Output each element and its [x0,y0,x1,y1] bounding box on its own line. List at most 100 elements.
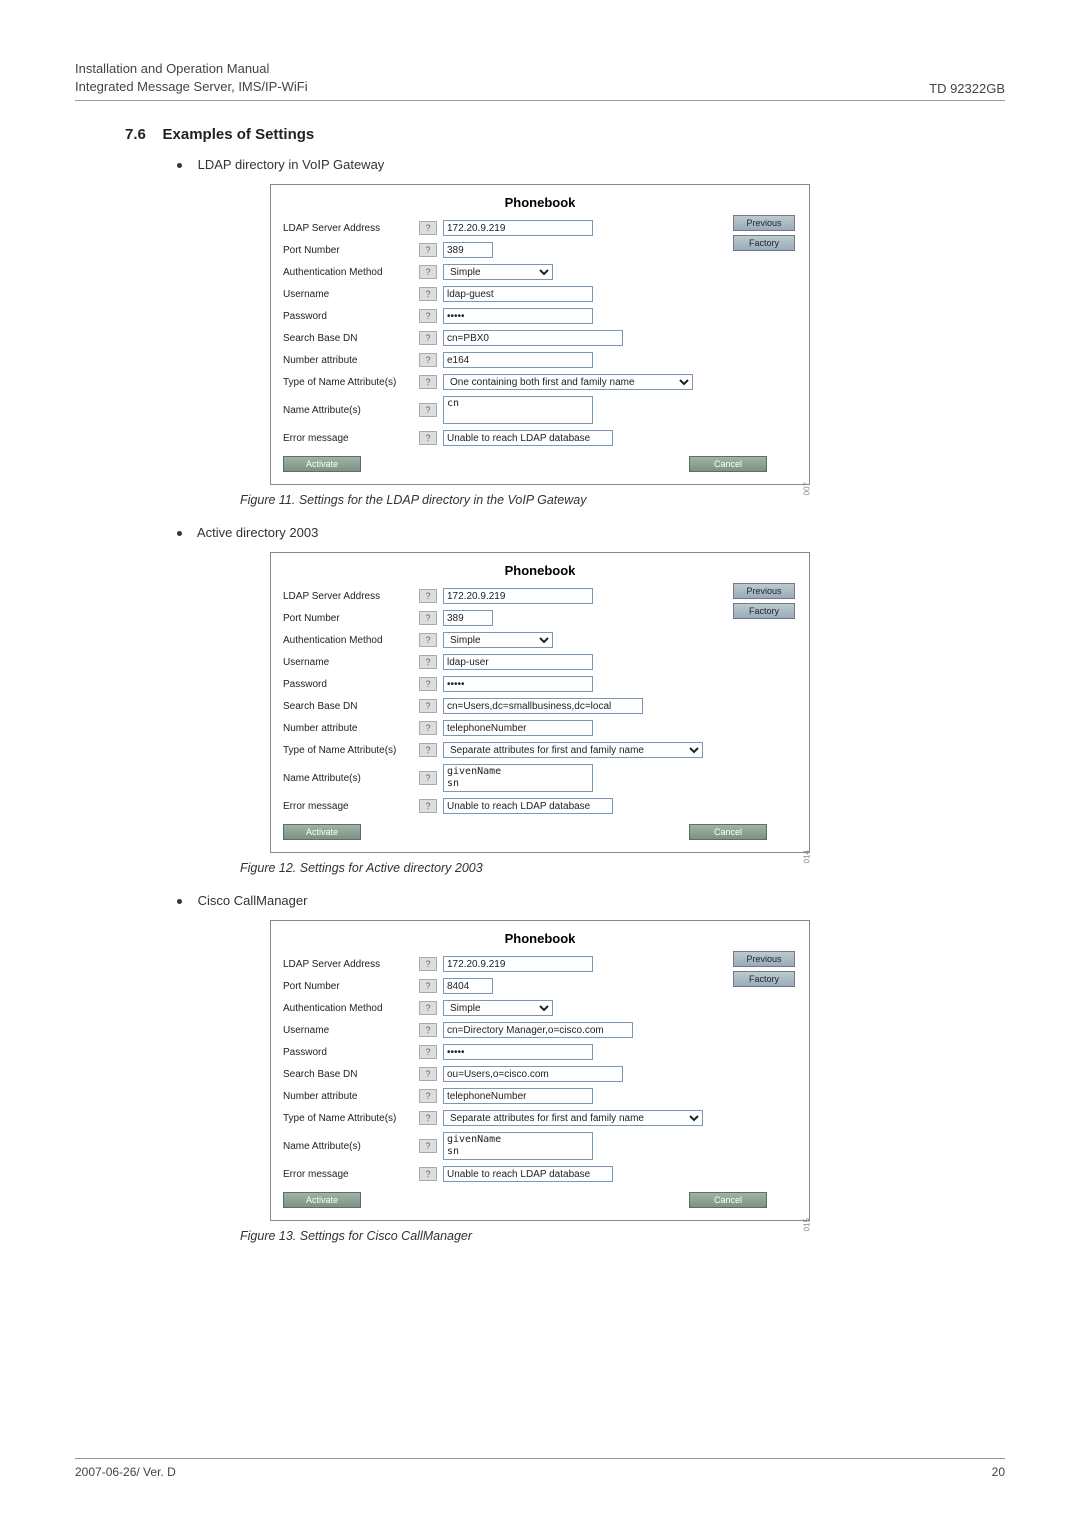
activate-button[interactable]: Activate [283,456,361,472]
password-input[interactable] [443,676,593,692]
section-title-text: Examples of Settings [163,126,315,143]
port-label: Port Number [283,981,413,992]
port-label: Port Number [283,245,413,256]
bullet-dot-icon [177,899,182,904]
search-base-input[interactable] [443,330,623,346]
number-attr-label: Number attribute [283,355,413,366]
bullet-2-text: Active directory 2003 [197,525,318,540]
port-input[interactable] [443,978,493,994]
auth-label: Authentication Method [283,635,413,646]
ldap-server-input[interactable] [443,220,593,236]
help-icon[interactable]: ? [419,743,437,757]
help-icon[interactable]: ? [419,1045,437,1059]
type-name-attr-select[interactable]: Separate attributes for first and family… [443,742,703,758]
auth-select[interactable]: Simple [443,1000,553,1016]
name-attr-input[interactable]: givenName sn [443,1132,593,1160]
help-icon[interactable]: ? [419,403,437,417]
password-input[interactable] [443,308,593,324]
help-icon[interactable]: ? [419,1139,437,1153]
ldap-server-input[interactable] [443,956,593,972]
error-msg-field [443,430,613,446]
help-icon[interactable]: ? [419,1089,437,1103]
help-icon[interactable]: ? [419,431,437,445]
help-icon[interactable]: ? [419,771,437,785]
image-code: 015 [802,1218,811,1231]
help-icon[interactable]: ? [419,677,437,691]
search-base-label: Search Base DN [283,333,413,344]
number-attr-input[interactable] [443,720,593,736]
port-label: Port Number [283,613,413,624]
activate-button[interactable]: Activate [283,1192,361,1208]
help-icon[interactable]: ? [419,1111,437,1125]
type-name-attr-label: Type of Name Attribute(s) [283,1113,413,1124]
activate-button[interactable]: Activate [283,824,361,840]
help-icon[interactable]: ? [419,589,437,603]
help-icon[interactable]: ? [419,1001,437,1015]
previous-button[interactable]: Previous [733,215,795,231]
help-icon[interactable]: ? [419,699,437,713]
username-input[interactable] [443,654,593,670]
help-icon[interactable]: ? [419,287,437,301]
help-icon[interactable]: ? [419,655,437,669]
ldap-server-input[interactable] [443,588,593,604]
header-line2: Integrated Message Server, IMS/IP-WiFi [75,78,308,96]
bullet-3: Cisco CallManager [177,893,1005,908]
type-name-attr-select[interactable]: Separate attributes for first and family… [443,1110,703,1126]
bullet-1-text: LDAP directory in VoIP Gateway [198,157,385,172]
ldap-server-label: LDAP Server Address [283,591,413,602]
ldap-server-label: LDAP Server Address [283,223,413,234]
factory-button[interactable]: Factory [733,603,795,619]
name-attr-input[interactable]: cn [443,396,593,424]
help-icon[interactable]: ? [419,243,437,257]
help-icon[interactable]: ? [419,353,437,367]
help-icon[interactable]: ? [419,1167,437,1181]
cancel-button[interactable]: Cancel [689,456,767,472]
number-attr-input[interactable] [443,1088,593,1104]
help-icon[interactable]: ? [419,799,437,813]
error-msg-label: Error message [283,801,413,812]
help-icon[interactable]: ? [419,375,437,389]
port-input[interactable] [443,242,493,258]
header-line1: Installation and Operation Manual [75,60,308,78]
help-icon[interactable]: ? [419,957,437,971]
search-base-input[interactable] [443,698,643,714]
footer-date-version: 2007-06-26/ Ver. D [75,1465,176,1479]
help-icon[interactable]: ? [419,721,437,735]
factory-button[interactable]: Factory [733,235,795,251]
cancel-button[interactable]: Cancel [689,1192,767,1208]
username-label: Username [283,1025,413,1036]
previous-button[interactable]: Previous [733,583,795,599]
help-icon[interactable]: ? [419,979,437,993]
factory-button[interactable]: Factory [733,971,795,987]
port-input[interactable] [443,610,493,626]
help-icon[interactable]: ? [419,611,437,625]
password-label: Password [283,1047,413,1058]
header: Installation and Operation Manual Integr… [75,60,1005,101]
help-icon[interactable]: ? [419,221,437,235]
phonebook-title: Phonebook [283,931,797,946]
help-icon[interactable]: ? [419,309,437,323]
search-base-label: Search Base DN [283,701,413,712]
help-icon[interactable]: ? [419,633,437,647]
username-label: Username [283,657,413,668]
help-icon[interactable]: ? [419,1023,437,1037]
help-icon[interactable]: ? [419,1067,437,1081]
phonebook-title: Phonebook [283,563,797,578]
username-input[interactable] [443,1022,633,1038]
name-attr-input[interactable]: givenName sn [443,764,593,792]
username-input[interactable] [443,286,593,302]
bullet-dot-icon [177,531,182,536]
name-attr-label: Name Attribute(s) [283,773,413,784]
auth-select[interactable]: Simple [443,264,553,280]
type-name-attr-select[interactable]: One containing both first and family nam… [443,374,693,390]
help-icon[interactable]: ? [419,265,437,279]
previous-button[interactable]: Previous [733,951,795,967]
number-attr-input[interactable] [443,352,593,368]
cancel-button[interactable]: Cancel [689,824,767,840]
search-base-input[interactable] [443,1066,623,1082]
auth-label: Authentication Method [283,267,413,278]
help-icon[interactable]: ? [419,331,437,345]
header-left: Installation and Operation Manual Integr… [75,60,308,96]
password-input[interactable] [443,1044,593,1060]
auth-select[interactable]: Simple [443,632,553,648]
